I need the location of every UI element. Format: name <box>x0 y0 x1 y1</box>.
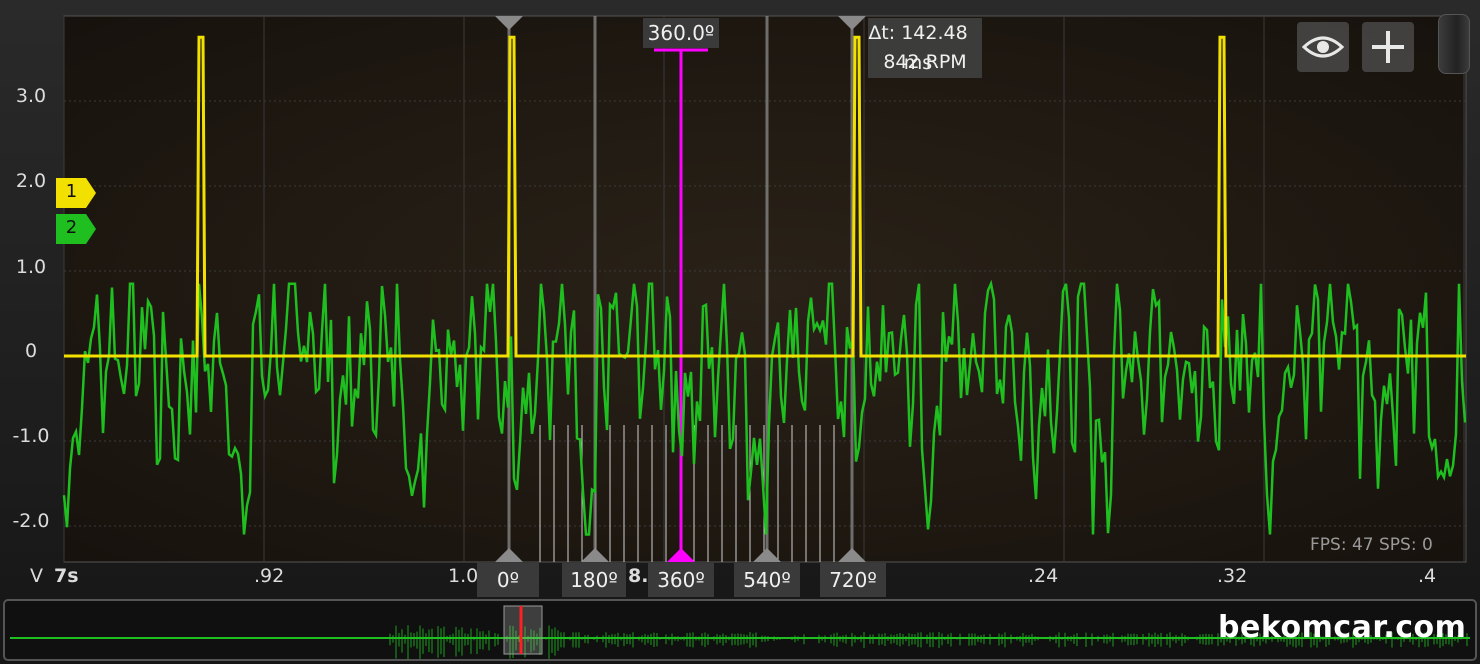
marker-label-0[interactable]: 0º <box>477 563 539 597</box>
channel-2-tag-label: 2 <box>65 217 78 238</box>
y-tick-label: 1.0 <box>15 256 47 278</box>
x-tick-label: 1.0 <box>448 565 479 587</box>
eye-icon <box>1301 36 1345 58</box>
channel-1-tag[interactable]: 1 <box>56 178 98 208</box>
channel-2-tag[interactable]: 2 <box>56 214 98 244</box>
x-tick-label: .24 <box>1028 565 1059 587</box>
delta-time: Δt: 142.48 ms <box>868 22 968 74</box>
y-tick-label: -1.0 <box>12 425 50 447</box>
oscilloscope-app: 3.0 2.0 1.0 0 -1.0 -2.0 V 7s .92 1.0 8. … <box>0 0 1480 664</box>
side-panel-handle[interactable] <box>1438 14 1470 74</box>
fps-sps-readout: FPS: 47 SPS: 0 <box>1310 535 1433 555</box>
x-tick-label: .32 <box>1217 565 1248 587</box>
delta-readout: Δt: 142.48 ms 842 RPM <box>868 18 982 78</box>
overview-viewport <box>503 605 543 655</box>
marker-label-180[interactable]: 180º <box>562 563 626 597</box>
y-tick-label: 2.0 <box>15 170 47 192</box>
add-button[interactable] <box>1362 22 1414 72</box>
scope-plot[interactable] <box>0 0 1480 596</box>
plus-icon <box>1372 31 1404 63</box>
watermark: bekomcar.com <box>1218 610 1467 645</box>
x-unit-label: V <box>30 565 43 587</box>
marker-label-720[interactable]: 720º <box>820 563 886 597</box>
channel-1-tag-label: 1 <box>65 181 78 202</box>
x-tick-label: .4 <box>1418 565 1437 587</box>
cursor-angle-label: 360.0º <box>643 18 719 48</box>
y-tick-label: 0 <box>24 340 38 362</box>
visibility-button[interactable] <box>1297 22 1349 72</box>
y-tick-label: 3.0 <box>15 85 47 107</box>
x-tick-label: .92 <box>254 565 285 587</box>
marker-label-360[interactable]: 360º <box>648 563 714 597</box>
x-tick-label: 8. <box>628 565 649 587</box>
x-tick-label: 7s <box>54 565 79 587</box>
y-tick-label: -2.0 <box>12 510 50 532</box>
marker-label-540[interactable]: 540º <box>734 563 800 597</box>
